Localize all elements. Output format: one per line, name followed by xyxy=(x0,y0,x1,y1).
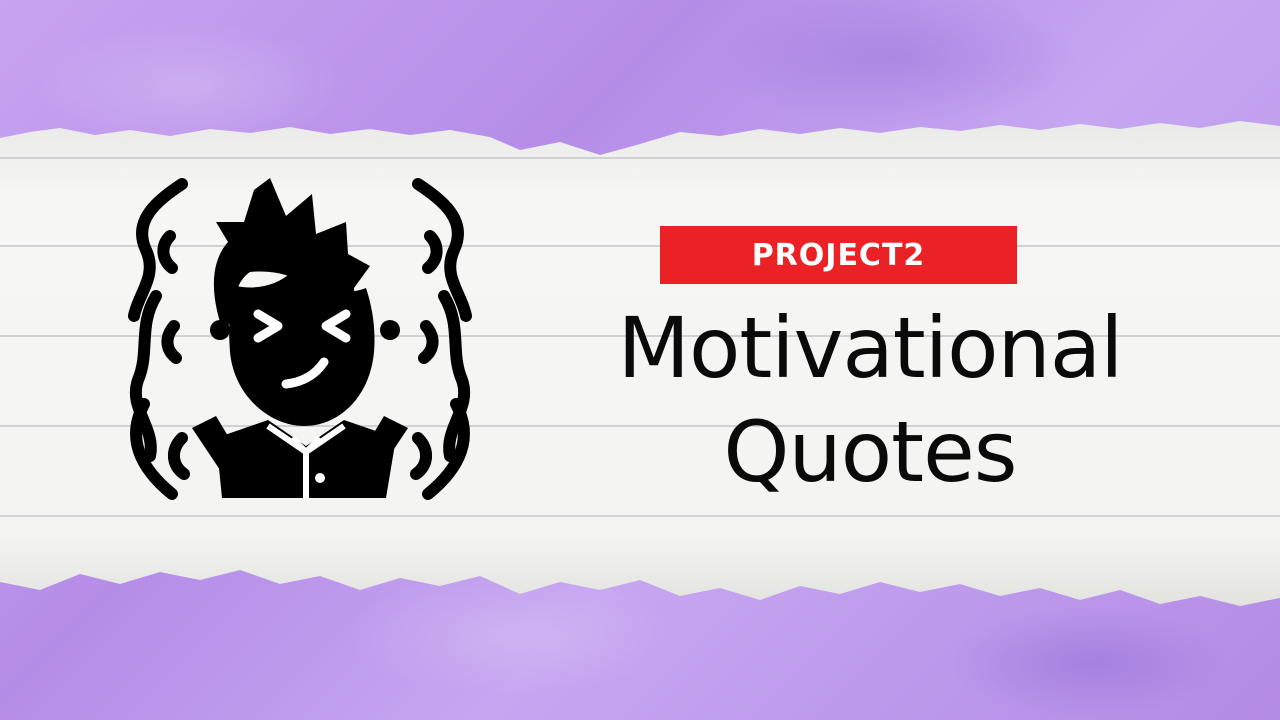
page-title: Motivational Quotes xyxy=(560,296,1180,504)
project-badge: PROJECT2 xyxy=(660,226,1017,284)
title-line-2: Quotes xyxy=(723,403,1017,501)
angry-man-icon xyxy=(128,178,472,500)
title-line-1: Motivational xyxy=(617,299,1123,397)
